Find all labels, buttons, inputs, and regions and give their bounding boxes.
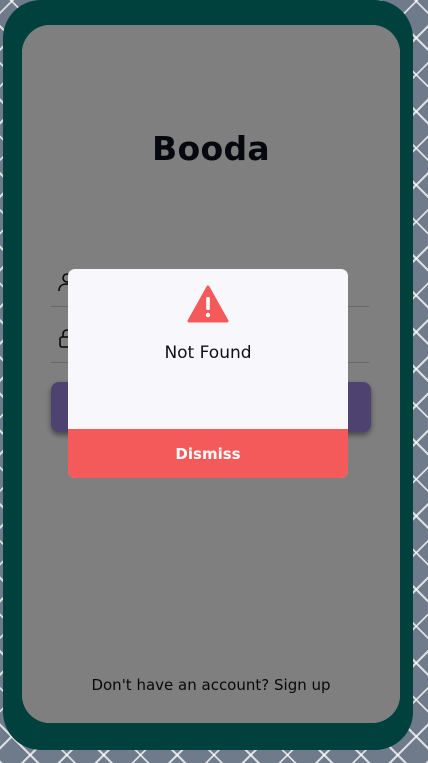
dismiss-button[interactable]: Dismiss (68, 429, 348, 478)
warning-triangle-icon (187, 285, 229, 323)
alert-dialog: Not Found Dismiss (68, 269, 348, 478)
alert-message: Not Found (164, 343, 252, 363)
